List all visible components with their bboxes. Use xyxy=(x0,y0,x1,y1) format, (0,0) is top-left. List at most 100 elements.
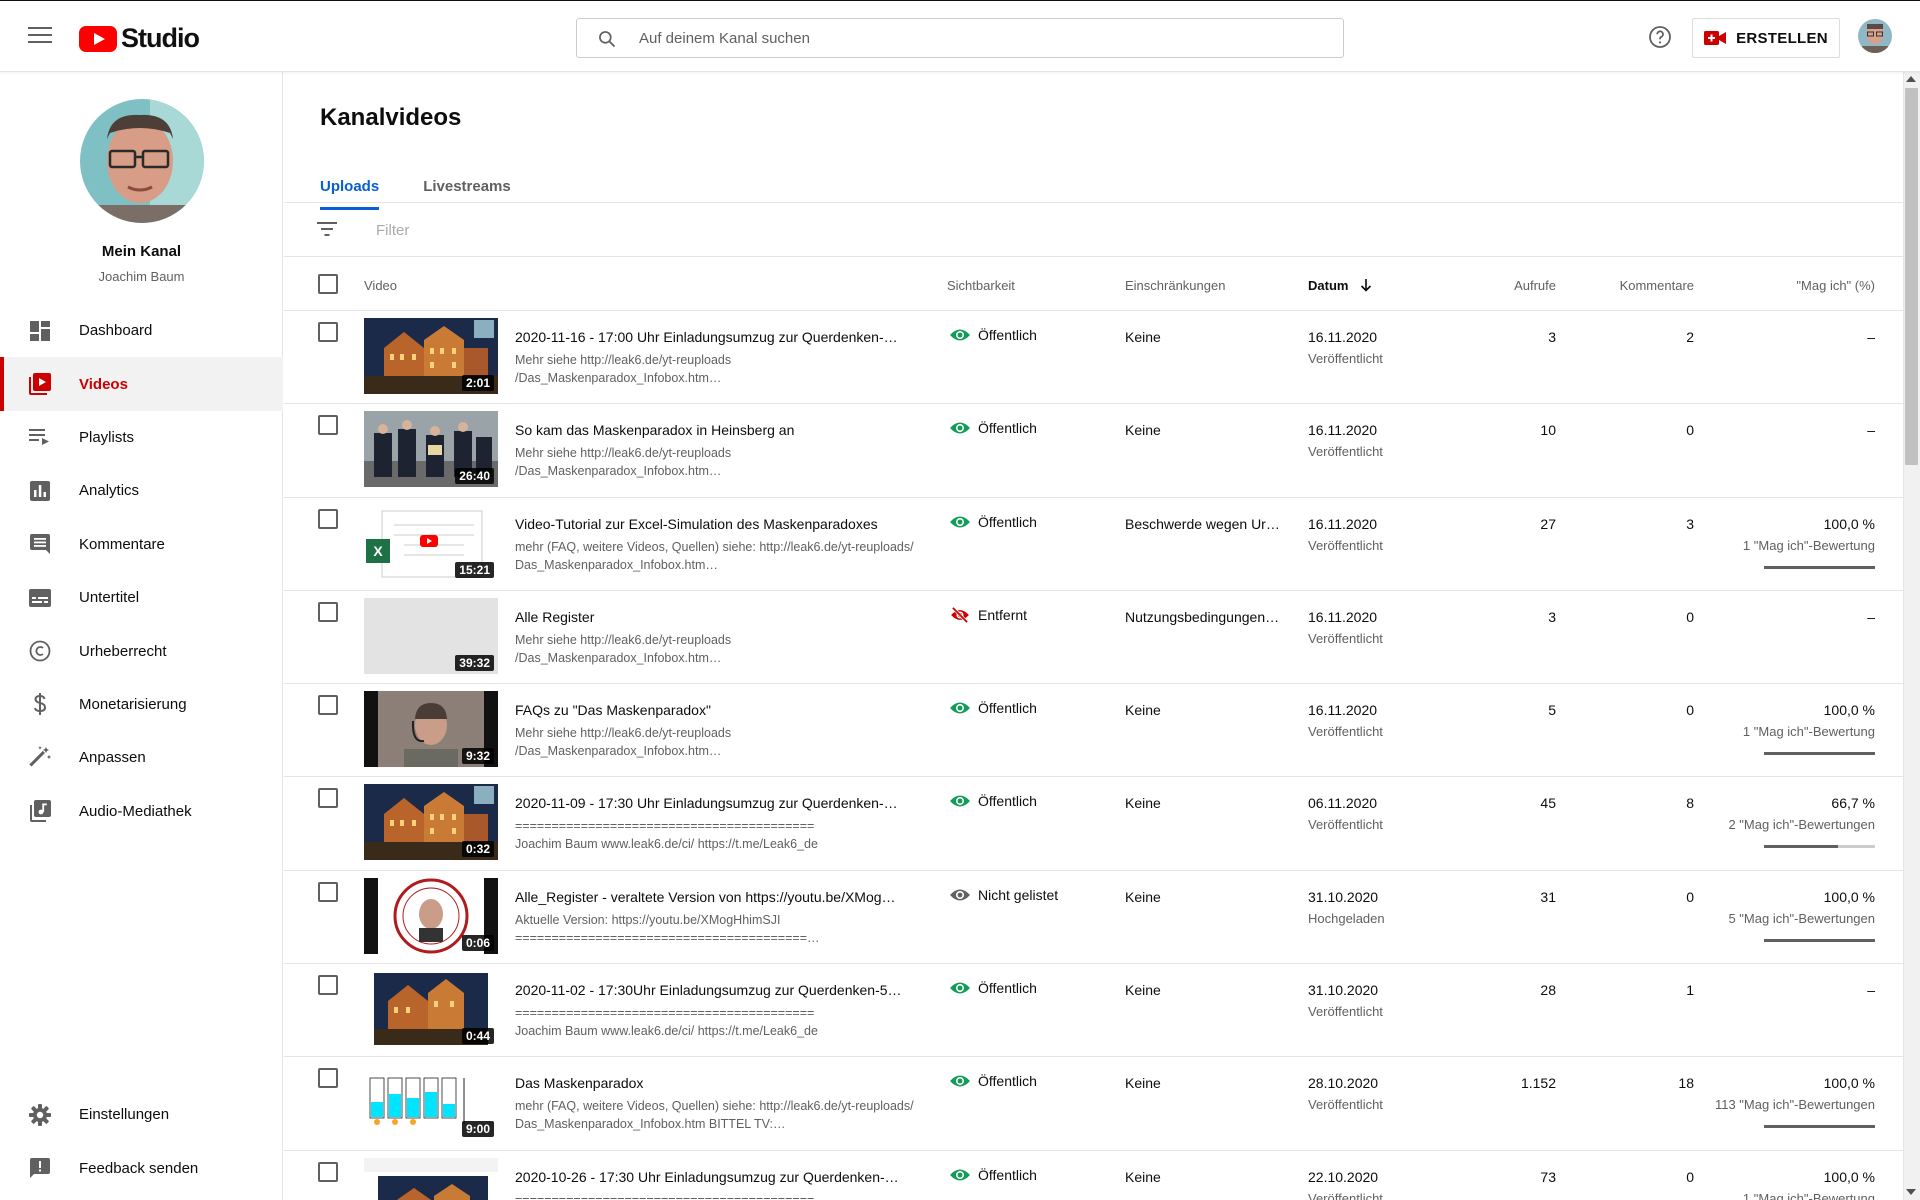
sidebar-item-playlists[interactable]: Playlists xyxy=(0,411,283,464)
visibility-dropdown[interactable]: Öffentlich xyxy=(949,514,1037,530)
filter-icon[interactable] xyxy=(317,221,337,237)
row-checkbox[interactable] xyxy=(318,881,338,902)
video-thumbnail[interactable]: 0:44 xyxy=(364,971,498,1048)
table-row[interactable]: 9:32 FAQs zu "Das Maskenparadox" Mehr sieh… xyxy=(284,684,1903,778)
like-ratio-bar xyxy=(1764,752,1875,756)
filter-input[interactable] xyxy=(376,217,876,243)
column-views[interactable]: Aufrufe xyxy=(1464,278,1556,293)
restriction-value: Keine xyxy=(1125,1168,1161,1185)
likes-percent: 100,0 % xyxy=(1823,1075,1875,1092)
video-title[interactable]: Alle_Register - veraltete Version von ht… xyxy=(515,889,915,905)
row-checkbox[interactable] xyxy=(318,788,338,809)
scroll-down-arrow-icon[interactable] xyxy=(1906,1189,1916,1195)
row-checkbox[interactable] xyxy=(318,322,338,342)
video-thumbnail[interactable]: X 15:21 xyxy=(364,504,498,581)
column-restrictions[interactable]: Einschränkungen xyxy=(1125,278,1225,293)
search-input[interactable] xyxy=(639,24,1319,52)
visibility-dropdown[interactable]: Öffentlich xyxy=(949,980,1037,996)
views-value: 1.152 xyxy=(1520,1075,1556,1092)
video-thumbnail[interactable]: 26:40 xyxy=(364,411,498,488)
video-thumbnail[interactable]: 9:00 xyxy=(364,1064,498,1141)
visibility-dropdown[interactable]: Öffentlich xyxy=(949,700,1037,716)
scrollbar-thumb[interactable] xyxy=(1905,88,1918,465)
video-thumbnail[interactable]: 0:32 xyxy=(364,784,498,861)
sidebar-item-audio-library[interactable]: Audio-Mediathek xyxy=(0,785,283,838)
help-icon[interactable] xyxy=(1648,25,1672,49)
video-title[interactable]: Das Maskenparadox xyxy=(515,1075,915,1091)
likes-percent: – xyxy=(1867,982,1875,999)
table-row[interactable]: X 15:21 Video-Tutorial zur Excel-Simulatio… xyxy=(284,498,1903,591)
sidebar-item-customize[interactable]: Anpassen xyxy=(0,731,283,784)
visibility-dropdown[interactable]: Öffentlich xyxy=(949,1073,1037,1089)
video-title[interactable]: Video-Tutorial zur Excel-Simulation des … xyxy=(515,516,915,532)
sidebar-item-settings[interactable]: Einstellungen xyxy=(0,1088,283,1141)
column-video[interactable]: Video xyxy=(364,278,397,293)
table-row[interactable]: 9:00 Das Maskenparadox mehr (FAQ, weitere … xyxy=(284,1057,1903,1151)
video-title[interactable]: 2020-11-02 - 17:30Uhr Einladungsumzug zu… xyxy=(515,982,915,998)
row-checkbox[interactable] xyxy=(318,415,338,436)
column-comments[interactable]: Kommentare xyxy=(1584,278,1694,293)
video-title[interactable]: 2020-10-26 - 17:30 Uhr Einladungsumzug z… xyxy=(515,1169,915,1185)
row-checkbox[interactable] xyxy=(318,1068,338,1089)
sidebar-item-feedback[interactable]: Feedback senden xyxy=(0,1141,283,1194)
create-button[interactable]: ERSTELLEN xyxy=(1692,18,1840,58)
sidebar-item-copyright[interactable]: Urheberrecht xyxy=(0,624,283,677)
visibility-dropdown[interactable]: Öffentlich xyxy=(949,327,1037,343)
visibility-dropdown[interactable]: Nicht gelistet xyxy=(949,887,1058,903)
channel-avatar[interactable] xyxy=(80,99,204,223)
row-checkbox[interactable] xyxy=(318,975,338,996)
likes-count: 1 "Mag ich"-Bewertung xyxy=(1742,537,1875,553)
visibility-dropdown[interactable]: Entfernt xyxy=(949,606,1027,623)
video-title[interactable]: So kam das Maskenparadox in Heinsberg an xyxy=(515,422,915,438)
row-checkbox[interactable] xyxy=(318,601,338,622)
sidebar-item-label: Anpassen xyxy=(79,749,146,767)
video-thumbnail[interactable]: 2:01 xyxy=(364,318,498,394)
eye-icon xyxy=(950,702,970,714)
row-checkbox[interactable] xyxy=(318,1161,338,1182)
visibility-dropdown[interactable]: Öffentlich xyxy=(949,1167,1037,1183)
sidebar-item-analytics[interactable]: Analytics xyxy=(0,464,283,517)
video-thumbnail[interactable]: 9:32 xyxy=(364,691,498,768)
account-avatar[interactable] xyxy=(1858,19,1892,53)
scroll-up-arrow-icon[interactable] xyxy=(1906,76,1916,82)
sidebar-item-subtitles[interactable]: Untertitel xyxy=(0,571,283,624)
table-row[interactable]: 2020-10-26 - 17:30 Uhr Einladungsumzug z… xyxy=(284,1151,1903,1200)
video-duration: 2:01 xyxy=(461,375,494,391)
video-thumbnail[interactable] xyxy=(364,1157,498,1200)
visibility-dropdown[interactable]: Öffentlich xyxy=(949,793,1037,809)
sidebar-item-videos[interactable]: Videos xyxy=(0,357,283,412)
table-row[interactable]: 0:06 Alle_Register - veraltete Version vo… xyxy=(284,871,1903,965)
select-all-checkbox[interactable] xyxy=(318,274,338,294)
table-row[interactable]: 0:44 2020-11-02 - 17:30Uhr Einladungsumzu… xyxy=(284,964,1903,1058)
date-status: Veröffentlicht xyxy=(1308,724,1383,740)
sort-arrow-down-icon xyxy=(1361,279,1372,292)
video-thumbnail[interactable]: 39:32 xyxy=(364,597,498,674)
column-visibility[interactable]: Sichtbarkeit xyxy=(947,278,1015,293)
video-title[interactable]: 2020-11-16 - 17:00 Uhr Einladungsumzug z… xyxy=(515,329,915,345)
menu-icon[interactable] xyxy=(28,27,52,45)
video-title[interactable]: 2020-11-09 - 17:30 Uhr Einladungsumzug z… xyxy=(515,795,915,811)
like-ratio-bar xyxy=(1764,565,1875,569)
table-row[interactable]: 26:40 So kam das Maskenparadox in Heinsbe… xyxy=(284,404,1903,498)
video-thumbnail[interactable]: 0:06 xyxy=(364,877,498,954)
visibility-dropdown[interactable]: Öffentlich xyxy=(949,420,1037,436)
video-title[interactable]: FAQs zu "Das Maskenparadox" xyxy=(515,702,915,718)
row-checkbox[interactable] xyxy=(318,695,338,716)
studio-logo[interactable]: Studio xyxy=(79,23,200,54)
video-title[interactable]: Alle Register xyxy=(515,609,915,625)
sidebar-item-label: Feedback senden xyxy=(79,1159,199,1177)
row-checkbox[interactable] xyxy=(318,508,338,529)
table-row[interactable]: 0:32 2020-11-09 - 17:30 Uhr Einladungsumz… xyxy=(284,777,1903,871)
table-row[interactable]: 2:01 2020-11-16 - 17:00 Uhr Einladungsumz… xyxy=(284,311,1903,405)
channel-name[interactable]: Mein Kanal xyxy=(0,243,283,260)
sidebar-item-monetization[interactable]: Monetarisierung xyxy=(0,678,283,731)
table-row[interactable]: 39:32 Alle Register Mehr siehe http://leak… xyxy=(284,591,1903,685)
search-box[interactable] xyxy=(576,18,1344,58)
sidebar-item-dashboard[interactable]: Dashboard xyxy=(0,304,283,357)
likes-percent: 100,0 % xyxy=(1823,888,1875,905)
column-likes[interactable]: "Mag ich" (%) xyxy=(1684,278,1875,293)
views-value: 73 xyxy=(1540,1168,1556,1185)
sidebar-item-comments[interactable]: Kommentare xyxy=(0,518,283,571)
column-date[interactable]: Datum xyxy=(1308,278,1372,293)
sidebar-bottom-nav: Einstellungen Feedback senden xyxy=(0,1088,283,1195)
